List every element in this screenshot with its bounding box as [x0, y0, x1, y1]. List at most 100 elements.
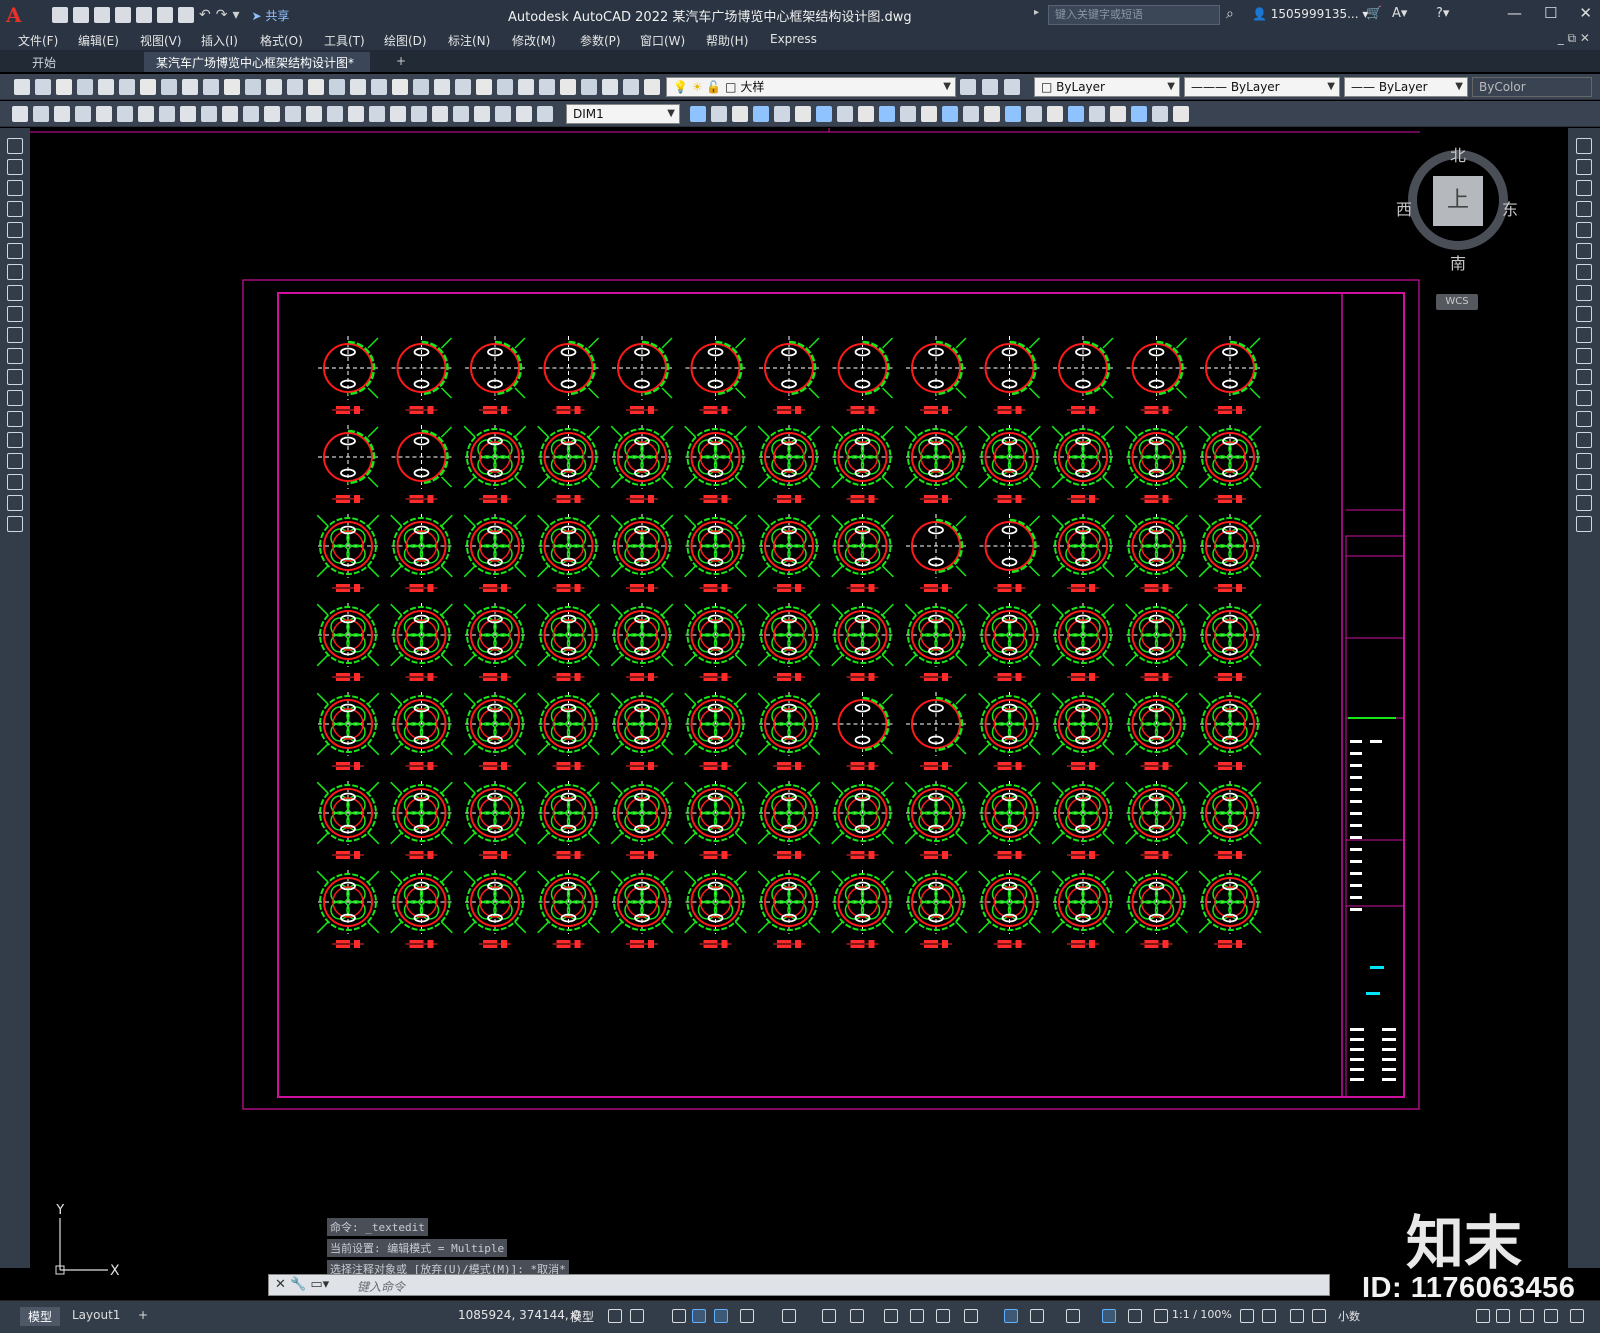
view-cube-top-face[interactable]: 上 — [1433, 176, 1483, 226]
draw-tool-icon[interactable] — [7, 243, 23, 259]
modify-tool-icon[interactable] — [837, 106, 853, 122]
dimension-tool-icon[interactable] — [12, 106, 28, 122]
modify-tool-icon[interactable] — [1576, 243, 1592, 259]
compass-north[interactable]: 北 — [1450, 142, 1466, 166]
standard-tool-icon[interactable] — [497, 79, 513, 95]
draw-tool-icon[interactable] — [7, 138, 23, 154]
standard-tool-icon[interactable] — [455, 79, 471, 95]
dimension-tool-icon[interactable] — [33, 106, 49, 122]
modify-tool-icon[interactable] — [795, 106, 811, 122]
modify-tool-icon[interactable] — [774, 106, 790, 122]
status-toggle-icon[interactable] — [1128, 1309, 1142, 1323]
dimension-tool-icon[interactable] — [516, 106, 532, 122]
modify-tool-icon[interactable] — [1576, 201, 1592, 217]
draw-tool-icon[interactable] — [7, 222, 23, 238]
publish-icon[interactable] — [136, 7, 152, 23]
dimension-tool-icon[interactable] — [327, 106, 343, 122]
modify-tool-icon[interactable] — [1089, 106, 1105, 122]
standard-tool-icon[interactable] — [644, 79, 660, 95]
dimension-tool-icon[interactable] — [474, 106, 490, 122]
dimension-tool-icon[interactable] — [432, 106, 448, 122]
modify-tool-icon[interactable] — [984, 106, 1000, 122]
menu-modify[interactable]: 修改(M) — [512, 30, 556, 51]
modify-tool-icon[interactable] — [942, 106, 958, 122]
compass-south[interactable]: 南 — [1450, 250, 1466, 274]
standard-tool-icon[interactable] — [623, 79, 639, 95]
draw-tool-icon[interactable] — [7, 369, 23, 385]
status-toggle-icon[interactable] — [1154, 1309, 1168, 1323]
redo-icon[interactable]: ↷ — [216, 7, 228, 23]
modify-tool-icon[interactable] — [711, 106, 727, 122]
save-icon[interactable] — [94, 7, 110, 23]
modify-tool-icon[interactable] — [1576, 432, 1592, 448]
draw-tool-icon[interactable] — [7, 264, 23, 280]
status-toggle-icon[interactable] — [910, 1309, 924, 1323]
coordinate-readout[interactable]: 1085924, 374144, 0 — [458, 1308, 580, 1322]
status-toggle-icon[interactable] — [1004, 1309, 1018, 1323]
modify-tool-icon[interactable] — [900, 106, 916, 122]
command-line[interactable]: ✕ 🔧 ▭▾ 键入命令 — [268, 1274, 1330, 1296]
new-tab-icon[interactable]: + — [384, 52, 418, 72]
menu-help[interactable]: 帮助(H) — [706, 30, 748, 51]
draw-tool-icon[interactable] — [7, 348, 23, 364]
modify-tool-icon[interactable] — [1026, 106, 1042, 122]
model-space-toggle[interactable]: 模型 — [570, 1308, 594, 1325]
draw-tool-icon[interactable] — [7, 180, 23, 196]
tab-start[interactable]: 开始 — [20, 52, 68, 72]
modify-tool-icon[interactable] — [1576, 390, 1592, 406]
modify-tool-icon[interactable] — [879, 106, 895, 122]
modify-tool-icon[interactable] — [1576, 285, 1592, 301]
status-toggle-icon[interactable] — [850, 1309, 864, 1323]
modify-tool-icon[interactable] — [1576, 516, 1592, 532]
dimension-tool-icon[interactable] — [537, 106, 553, 122]
tab-layout1[interactable]: Layout1 — [64, 1307, 128, 1323]
layer-tool-icon[interactable] — [1004, 79, 1020, 95]
wcs-menu[interactable]: WCS — [1436, 294, 1478, 310]
standard-tool-icon[interactable] — [287, 79, 303, 95]
status-toggle-icon[interactable] — [740, 1309, 754, 1323]
dimension-tool-icon[interactable] — [159, 106, 175, 122]
standard-tool-icon[interactable] — [329, 79, 345, 95]
dimension-tool-icon[interactable] — [96, 106, 112, 122]
standard-tool-icon[interactable] — [182, 79, 198, 95]
status-toggle-icon[interactable] — [1102, 1309, 1116, 1323]
status-toggle-icon[interactable] — [630, 1309, 644, 1323]
draw-tool-icon[interactable] — [7, 306, 23, 322]
drawing-area[interactable] — [30, 128, 1568, 1278]
tab-document[interactable]: 某汽车广场博览中心框架结构设计图* × — [144, 52, 370, 85]
modify-tool-icon[interactable] — [753, 106, 769, 122]
dimension-tool-icon[interactable] — [117, 106, 133, 122]
standard-tool-icon[interactable] — [245, 79, 261, 95]
autodesk-app-icon[interactable]: A▾ — [1392, 6, 1407, 21]
dimension-tool-icon[interactable] — [348, 106, 364, 122]
export-icon[interactable] — [157, 7, 173, 23]
status-toggle-icon[interactable] — [1262, 1309, 1276, 1323]
menu-window[interactable]: 窗口(W) — [640, 30, 685, 51]
status-toggle-icon[interactable] — [692, 1309, 706, 1323]
draw-tool-icon[interactable] — [7, 474, 23, 490]
close-icon[interactable]: ✕ — [275, 1277, 286, 1292]
status-toggle-icon[interactable] — [1496, 1309, 1510, 1323]
modify-tool-icon[interactable] — [1173, 106, 1189, 122]
status-toggle-icon[interactable] — [884, 1309, 898, 1323]
status-toggle-icon[interactable] — [936, 1309, 950, 1323]
dimension-tool-icon[interactable] — [138, 106, 154, 122]
modify-tool-icon[interactable] — [1131, 106, 1147, 122]
search-expand-icon[interactable]: ▸ — [1034, 7, 1039, 18]
draw-tool-icon[interactable] — [7, 201, 23, 217]
restore-icon[interactable]: ☐ — [1544, 4, 1557, 22]
draw-tool-icon[interactable] — [7, 432, 23, 448]
standard-tool-icon[interactable] — [161, 79, 177, 95]
standard-tool-icon[interactable] — [140, 79, 156, 95]
add-layout-icon[interactable]: + — [130, 1307, 156, 1323]
dimension-tool-icon[interactable] — [369, 106, 385, 122]
status-toggle-icon[interactable] — [714, 1309, 728, 1323]
status-toggle-icon[interactable] — [822, 1309, 836, 1323]
standard-tool-icon[interactable] — [203, 79, 219, 95]
modify-tool-icon[interactable] — [858, 106, 874, 122]
modify-tool-icon[interactable] — [1110, 106, 1126, 122]
recent-commands-icon[interactable]: ▭▾ — [310, 1277, 329, 1292]
standard-tool-icon[interactable] — [560, 79, 576, 95]
status-toggle-icon[interactable] — [672, 1309, 686, 1323]
dimension-tool-icon[interactable] — [222, 106, 238, 122]
